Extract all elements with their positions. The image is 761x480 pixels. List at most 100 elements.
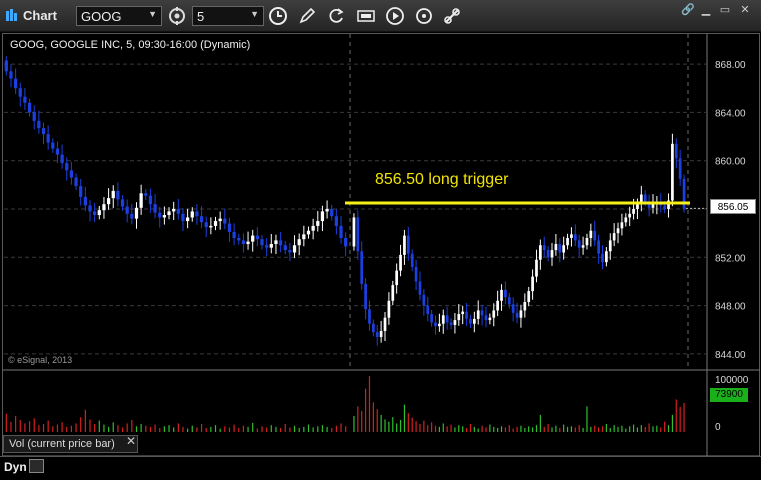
candle-body [278,240,283,246]
candle-body [562,245,566,253]
candle-body [274,240,278,245]
candle-body [542,245,546,251]
y-tick-label: 844.00 [715,350,746,361]
candle-body [449,322,453,325]
candle-body [531,276,534,292]
candle-body [368,309,371,324]
candle-body [227,223,232,232]
candle-body [441,315,445,324]
candle-body [130,213,134,219]
trigger-annotation[interactable]: 856.50 long trigger [375,171,508,189]
close-icon[interactable]: ✕ [126,434,136,448]
candle-body [325,209,329,212]
candle-body [395,270,399,286]
candle-body [46,134,50,143]
candle-body [330,209,334,217]
candle-body [302,234,306,240]
price-chart[interactable]: 868.00864.00860.00856.00852.00848.00844.… [0,0,761,480]
candle-body [581,245,585,248]
candle-body [223,218,227,224]
candle-body [593,230,597,241]
candle-body [13,78,18,89]
time-axis-bar [0,456,761,480]
candle-body [199,216,204,223]
candle-body [352,217,356,247]
candle-body [9,71,13,79]
candle-body [60,154,64,164]
candle-body [218,218,222,222]
candle-body [504,289,507,298]
candle-body [465,311,468,319]
candle-body [418,281,422,295]
candle-body [241,240,246,245]
candle-body [414,266,418,282]
candle-body [255,235,259,240]
volume-panel-label[interactable]: Vol (current price bar) [3,435,138,453]
candle-body [246,241,250,245]
candle-body [558,244,562,253]
candle-body [176,209,180,214]
candle-body [507,297,511,305]
candle-body [391,285,395,301]
candle-body [608,240,612,252]
candle-body [612,233,616,241]
candle-body [41,128,46,135]
candle-body [125,206,129,214]
candle-body [476,310,480,319]
candle-body [457,314,461,321]
candle-body [445,315,449,323]
candle-body [488,317,492,321]
candle-body [628,213,632,218]
candle-body [120,199,125,207]
candle-body [616,228,620,234]
candle-body [383,317,387,331]
candle-body [605,251,608,263]
candle-body [153,204,157,213]
y-tick-label: 848.00 [715,302,746,313]
current-price-label: 856.05 [710,199,756,214]
candle-body [269,244,273,248]
candle-body [158,212,162,218]
candle-body [632,209,635,214]
candle-body [577,240,581,248]
candle-body [106,198,111,205]
candle-body [624,217,628,223]
candle-body [83,196,87,206]
candle-body [23,96,27,103]
candle-body [292,245,297,253]
lock-icon[interactable] [29,459,44,473]
candle-body [387,300,391,318]
candle-body [671,143,674,201]
candle-body [643,194,647,202]
candle-body [265,245,269,248]
candle-body [589,230,593,238]
candle-body [620,222,624,229]
candle-body [539,245,542,260]
candle-body [204,222,208,228]
candle-body [55,148,60,155]
candle-body [69,170,74,178]
y-tick-label: 860.00 [715,157,746,168]
candle-body [375,332,379,338]
dynamic-mode-label[interactable]: Dyn [4,460,27,474]
current-volume-label: 73900 [710,388,748,402]
candle-body [364,283,367,310]
candle-body [399,254,402,271]
candle-body [339,225,343,238]
candle-body [213,221,218,226]
candle-body [102,204,106,211]
candle-body [461,311,465,315]
candle-body [360,251,364,284]
volume-tick-label: 100000 [715,375,749,386]
candle-body [65,163,69,171]
candle-body [51,142,55,149]
candle-body [438,323,441,327]
candle-body [195,211,199,217]
candle-body [148,195,153,205]
candle-body [88,205,92,212]
candle-body [403,235,406,255]
candle-body [480,310,484,316]
candle-body [573,234,577,241]
candle-body [288,250,292,253]
candle-body [209,225,213,228]
